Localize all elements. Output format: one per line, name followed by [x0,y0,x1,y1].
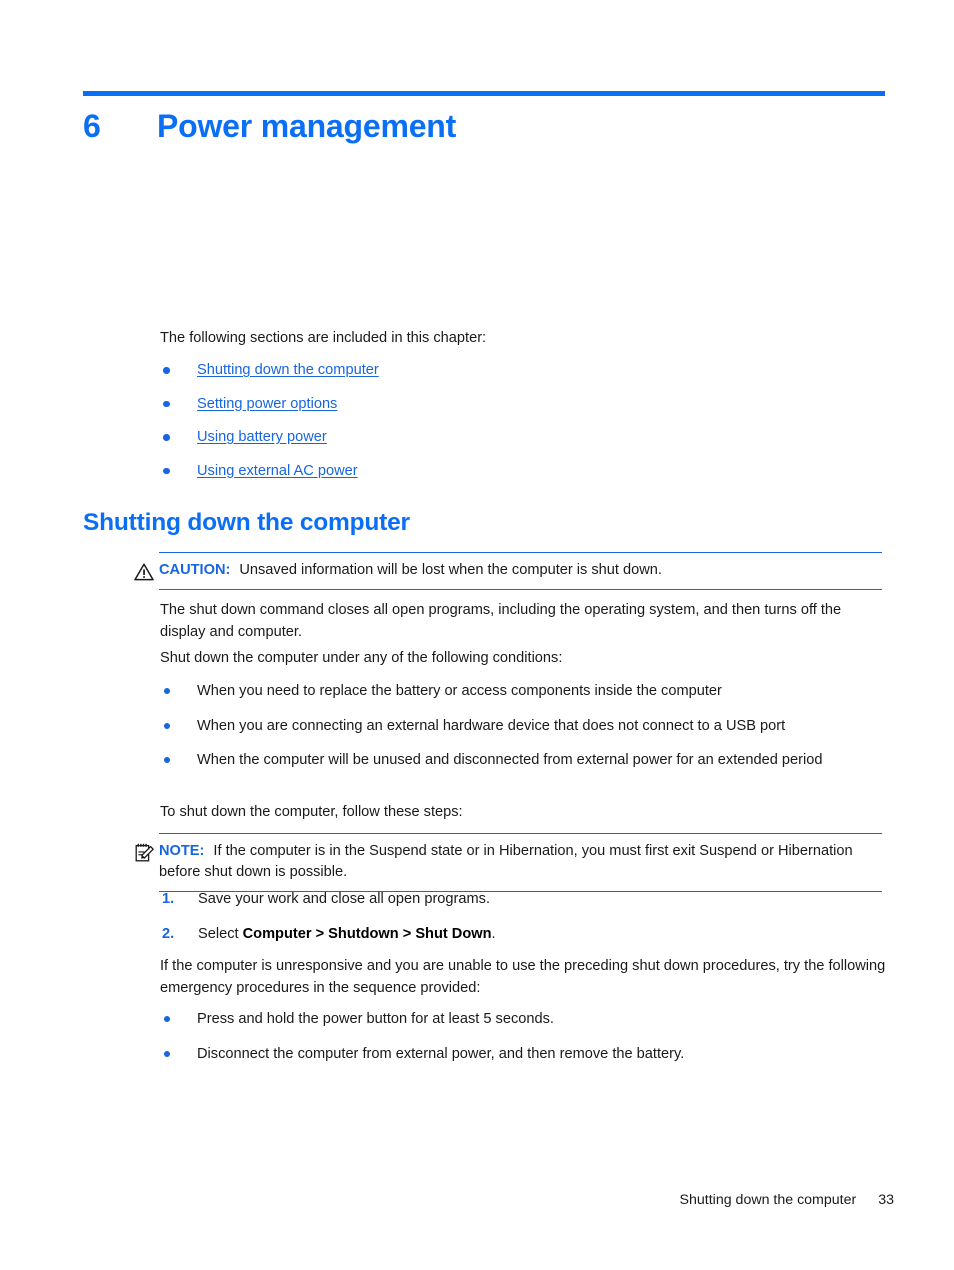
toc-link-setting-power-options[interactable]: Setting power options [197,396,337,412]
list-item-text: When you are connecting an external hard… [197,717,786,734]
caution-rule-top [159,552,882,554]
list-item: Using battery power [160,427,890,461]
list-item: Setting power options [160,394,890,428]
caution-admonition: CAUTION: Unsaved information will be lost… [133,552,885,590]
chapter-rule [83,91,885,96]
step-number: 1. [162,891,175,907]
footer-section-name: Shutting down the computer [679,1192,857,1208]
step-text-after: . [491,925,496,942]
list-item: 2. Select Computer > Shutdown > Shut Down… [160,924,886,946]
paragraph-unresponsive: If the computer is unresponsive and you … [160,958,886,996]
page-footer: Shutting down the computer 33 [0,1192,894,1208]
list-item: When you are connecting an external hard… [160,716,886,738]
caution-text: Unsaved information will be lost when th… [239,562,662,578]
document-page: 6 Power management The following sections… [0,0,954,1270]
toc-link-using-battery-power[interactable]: Using battery power [197,429,327,445]
note-admonition: NOTE: If the computer is in the Suspend s… [133,833,885,892]
section-heading: Shutting down the computer [83,509,410,536]
emergency-procedures-list: Press and hold the power button for at l… [160,1009,886,1078]
bullet-icon [163,400,170,407]
chapter-toc-list: Shutting down the computer Setting power… [160,360,890,494]
caution-body: CAUTION: Unsaved information will be lost… [133,552,885,590]
list-item-text: Press and hold the power button for at l… [197,1011,554,1027]
list-item: Disconnect the computer from external po… [160,1044,886,1066]
notepad-pencil-icon [133,842,155,864]
bullet-icon [164,1016,170,1022]
paragraph-shutdown-description: The shut down command closes all open pr… [160,602,842,640]
bullet-icon [164,688,170,694]
list-item: Using external AC power [160,461,890,495]
warning-triangle-icon [133,561,155,583]
conditions-list: When you need to replace the battery or … [160,681,886,785]
chapter-title-text: Power management [157,108,457,144]
note-label: NOTE: [159,843,205,859]
step-text-before: Select [198,925,243,942]
note-body: NOTE: If the computer is in the Suspend s… [133,833,885,892]
caution-label: CAUTION: [159,562,231,578]
list-item: When you need to replace the battery or … [160,681,886,703]
paragraph-conditions-intro: Shut down the computer under any of the … [160,650,563,666]
toc-link-shutting-down-the-computer[interactable]: Shutting down the computer [197,362,379,378]
chapter-number: 6 [83,108,101,144]
chapter-intro-text: The following sections are included in t… [160,330,487,346]
list-item-text: When you need to replace the battery or … [197,683,722,699]
bullet-icon [163,467,170,474]
list-item-text: Disconnect the computer from external po… [197,1045,685,1062]
step-text: Save your work and close all open progra… [198,891,491,907]
step-menu-path: Computer > Shutdown > Shut Down [242,925,492,942]
list-item-text: When the computer will be unused and dis… [197,752,823,768]
note-text: If the computer is in the Suspend state … [159,843,853,880]
list-item: Press and hold the power button for at l… [160,1009,886,1031]
paragraph-steps-intro: To shut down the computer, follow these … [160,804,463,820]
toc-link-using-external-ac-power[interactable]: Using external AC power [197,463,358,479]
shutdown-steps-list: 1. Save your work and close all open pro… [160,889,886,958]
bullet-icon [164,757,170,763]
bullet-icon [163,434,170,441]
page-title: 6 Power management [83,104,893,148]
list-item: 1. Save your work and close all open pro… [160,889,886,911]
list-item: When the computer will be unused and dis… [160,750,886,772]
bullet-icon [164,1050,170,1057]
caution-rule-bottom [159,588,882,590]
bullet-icon [164,722,170,729]
step-number: 2. [162,925,175,942]
list-item: Shutting down the computer [160,360,890,394]
footer-page-number: 33 [878,1192,894,1208]
bullet-icon [163,367,170,374]
note-rule-top [159,833,882,835]
